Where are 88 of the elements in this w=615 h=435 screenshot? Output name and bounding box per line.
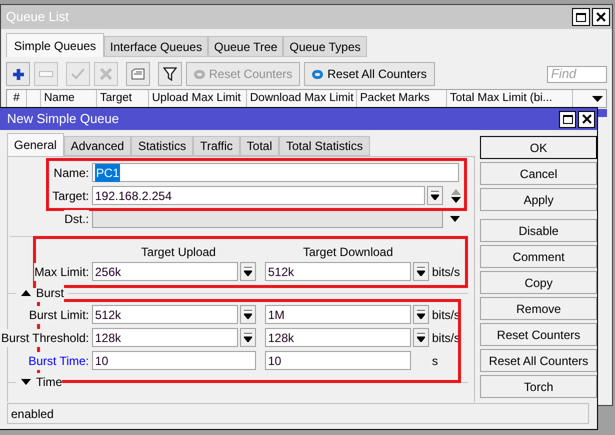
dialog-button[interactable]: Remove — [480, 297, 597, 320]
dropdown-button[interactable] — [240, 305, 256, 324]
name-field[interactable]: PC1 — [92, 163, 459, 182]
input-field[interactable]: 10 — [92, 351, 256, 370]
arrow-down-icon — [417, 333, 425, 342]
column-header[interactable]: # — [13, 90, 20, 108]
status-text: enabled — [11, 406, 54, 422]
arrow-down-icon — [417, 310, 425, 319]
input-field[interactable]: 1M — [265, 305, 411, 324]
maximize-button[interactable] — [559, 110, 576, 128]
up-down-icon[interactable] — [451, 188, 461, 202]
column-header[interactable]: Target — [100, 90, 132, 108]
reset-button[interactable]: Reset All Counters — [304, 62, 435, 86]
section-label: Burst — [36, 284, 64, 302]
field-label: Burst Time: — [28, 352, 89, 370]
close-button[interactable] — [578, 110, 595, 128]
unit-label: bits/s — [432, 264, 460, 280]
column-header[interactable]: Packet Marks — [360, 90, 430, 108]
plus-icon — [12, 68, 24, 80]
field-label: Burst Threshold: — [1, 328, 89, 346]
maximize-icon — [576, 12, 586, 22]
dropdown-button[interactable] — [240, 328, 256, 347]
arrow-down-icon — [244, 267, 252, 276]
arrow-down-icon — [431, 191, 439, 200]
dialog-button[interactable]: Torch — [480, 375, 597, 398]
window-title: New Simple Queue — [7, 110, 120, 128]
dialog-button[interactable]: Reset Counters — [480, 323, 597, 346]
dialog-button[interactable]: Reset All Counters — [480, 349, 597, 372]
expand-icon[interactable] — [21, 379, 31, 385]
close-icon — [582, 114, 592, 124]
arrow-down-icon — [417, 267, 425, 276]
field-label: Max Limit: — [34, 262, 89, 280]
collapse-icon[interactable] — [21, 290, 31, 296]
column-header[interactable]: Name — [44, 90, 75, 108]
filter-button[interactable] — [158, 62, 182, 86]
dialog-button[interactable]: Cancel — [480, 162, 597, 185]
dialog-button[interactable]: Copy — [480, 271, 597, 294]
column-header[interactable]: Upload Max Limit — [152, 90, 241, 108]
tab[interactable]: Simple Queues — [6, 33, 104, 57]
check-icon — [71, 68, 85, 80]
tab[interactable]: Queue Tree — [208, 36, 284, 57]
dialog-button[interactable]: Comment — [480, 245, 597, 268]
tab[interactable]: Queue Types — [283, 36, 367, 57]
dropdown-icon[interactable] — [450, 216, 460, 222]
column-header[interactable]: Total Max Limit (bi... — [450, 90, 552, 108]
tab[interactable]: Total Statistics — [279, 136, 370, 156]
minus-icon — [39, 71, 53, 77]
dropdown-button[interactable] — [240, 262, 256, 281]
dropdown-button[interactable] — [413, 328, 429, 347]
column-header: Target Upload — [141, 244, 216, 258]
dropdown-button[interactable] — [413, 305, 429, 324]
input-field[interactable]: 512k — [265, 262, 411, 281]
dialog-button[interactable]: OK — [480, 136, 597, 159]
maximize-icon — [562, 114, 572, 124]
tab[interactable]: Interface Queues — [104, 36, 208, 57]
unit-label: s — [432, 352, 438, 370]
column-header[interactable]: Download Max Limit — [250, 90, 354, 108]
input-field[interactable]: 128k — [92, 328, 238, 347]
note-icon — [131, 68, 145, 80]
tab[interactable]: Total — [240, 136, 280, 156]
close-icon — [596, 12, 606, 22]
dropdown-icon[interactable] — [592, 96, 603, 102]
cross-icon — [100, 68, 112, 80]
dropdown-button[interactable] — [427, 186, 443, 205]
arrow-down-icon — [244, 333, 252, 342]
add-button[interactable] — [6, 62, 30, 86]
tab[interactable]: Traffic — [193, 136, 240, 156]
field-label: Burst Limit: — [28, 306, 89, 324]
input-field[interactable]: 512k — [92, 305, 238, 324]
filter-icon — [163, 67, 177, 81]
tab[interactable]: Statistics — [131, 136, 194, 156]
maximize-button[interactable] — [572, 8, 590, 26]
find-field[interactable]: Find — [547, 66, 607, 82]
reset-icon — [312, 70, 324, 78]
dialog-button[interactable]: Disable — [480, 219, 597, 242]
dialog-button[interactable]: Apply — [480, 188, 597, 211]
tab[interactable]: Advanced — [64, 136, 132, 156]
reset-icon — [194, 70, 205, 78]
target-field[interactable]: 192.168.2.254 — [92, 186, 425, 205]
comment-button[interactable] — [126, 62, 150, 86]
close-button[interactable] — [592, 8, 610, 26]
dropdown-button[interactable] — [413, 262, 429, 281]
column-header: Target Download — [302, 244, 394, 258]
input-field[interactable]: 128k — [265, 328, 411, 347]
input-field[interactable]: 256k — [92, 262, 238, 281]
tab[interactable]: General — [7, 133, 64, 156]
arrow-down-icon — [244, 310, 252, 319]
input-field[interactable]: 10 — [265, 351, 411, 370]
